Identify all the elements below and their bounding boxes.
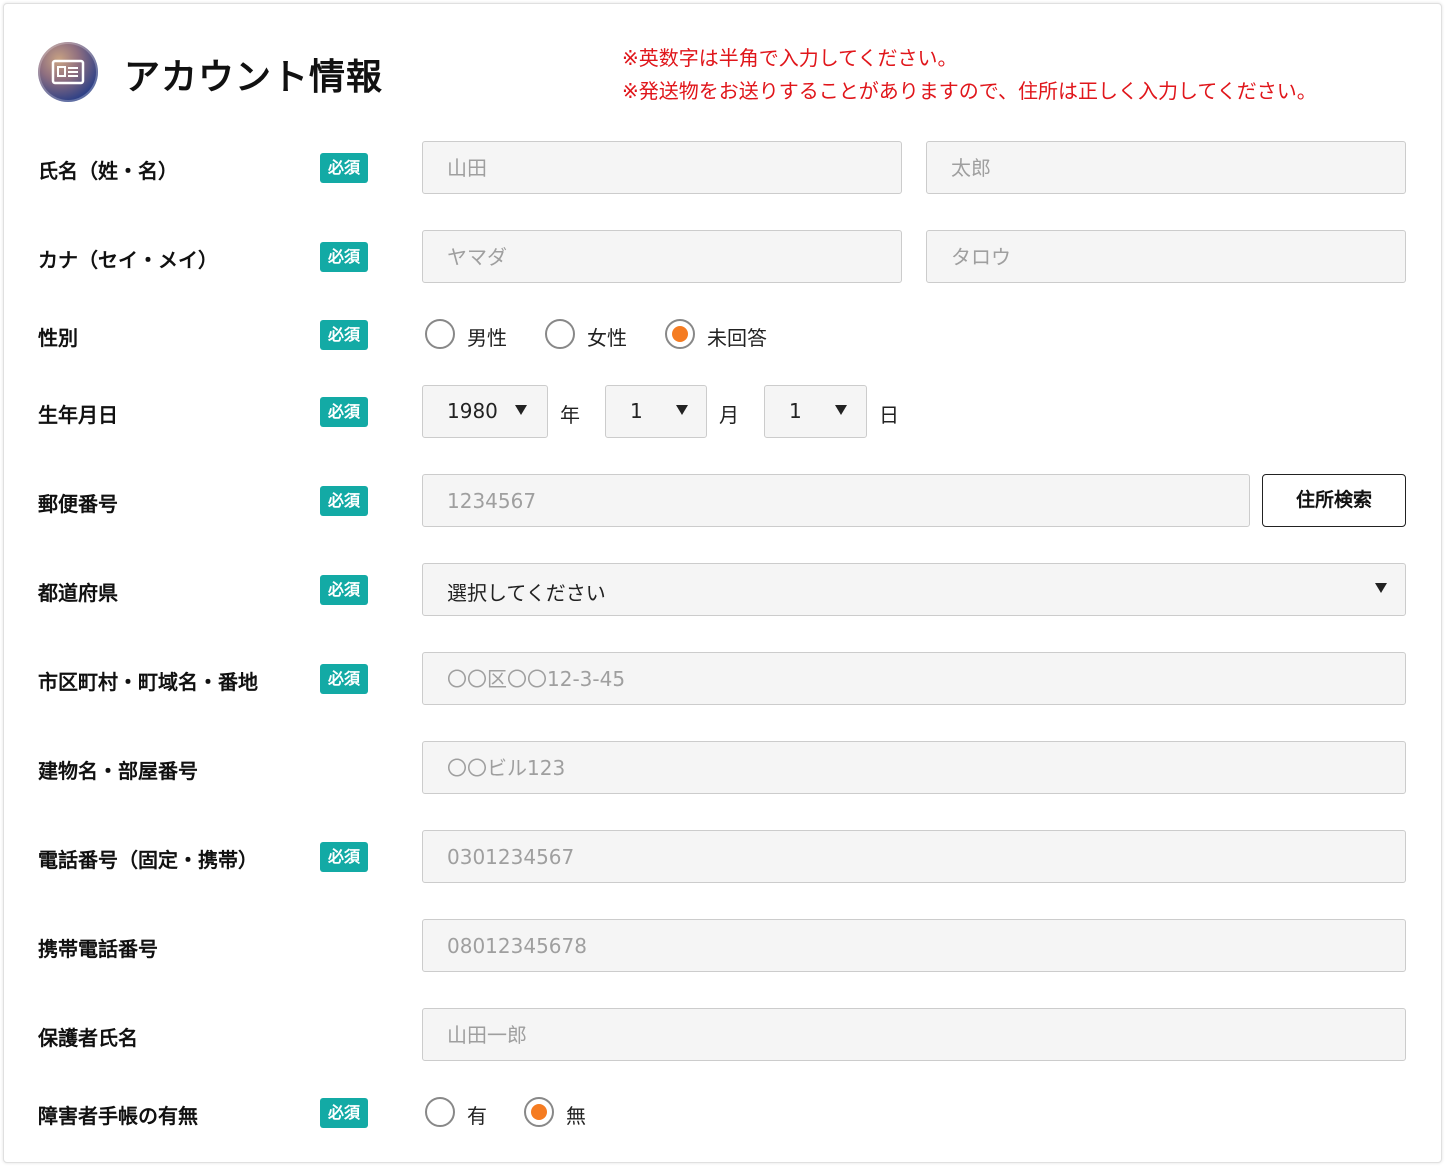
gender-female-label: 女性	[587, 326, 627, 350]
required-badge: 必須	[320, 486, 368, 516]
notice-line-2: ※発送物をお送りすることがありますので、住所は正しく入力してください。	[622, 79, 1317, 103]
gender-male-radio[interactable]	[425, 319, 455, 349]
disability-no-label: 無	[566, 1104, 586, 1128]
required-badge: 必須	[320, 1098, 368, 1128]
phone-label: 電話番号（固定・携帯）	[38, 848, 258, 872]
chevron-down-icon	[676, 405, 688, 415]
chevron-down-icon	[835, 405, 847, 415]
name-label: 氏名（姓・名）	[38, 159, 178, 183]
prefecture-label: 都道府県	[38, 581, 118, 605]
disability-label: 障害者手帳の有無	[38, 1104, 198, 1128]
gender-male-label: 男性	[467, 326, 507, 350]
mobile-label: 携帯電話番号	[38, 937, 158, 961]
birth-year-value: 1980	[447, 399, 498, 423]
first-name-input[interactable]	[926, 141, 1406, 194]
guardian-label: 保護者氏名	[38, 1026, 138, 1050]
birth-month-value: 1	[630, 399, 643, 423]
postal-code-input[interactable]	[422, 474, 1250, 527]
required-badge: 必須	[320, 842, 368, 872]
birth-day-value: 1	[789, 399, 802, 423]
postal-label: 郵便番号	[38, 492, 118, 516]
birth-day-select[interactable]: 1	[764, 385, 867, 438]
required-badge: 必須	[320, 242, 368, 272]
address-search-button[interactable]: 住所検索	[1262, 474, 1406, 527]
page-title: アカウント情報	[124, 57, 384, 98]
gender-unanswered-label: 未回答	[707, 326, 767, 350]
kana-label: カナ（セイ・メイ）	[38, 248, 218, 272]
year-unit: 年	[560, 403, 580, 427]
birth-year-select[interactable]: 1980	[422, 385, 548, 438]
building-label: 建物名・部屋番号	[38, 759, 198, 783]
notice-text: ※英数字は半角で入力してください。 ※発送物をお送りすることがありますので、住所…	[622, 42, 1317, 108]
guardian-name-input[interactable]	[422, 1008, 1406, 1061]
chevron-down-icon	[1375, 583, 1387, 593]
required-badge: 必須	[320, 153, 368, 183]
birthday-label: 生年月日	[38, 403, 118, 427]
last-name-input[interactable]	[422, 141, 902, 194]
disability-no-radio[interactable]	[524, 1097, 554, 1127]
mobile-phone-input[interactable]	[422, 919, 1406, 972]
required-badge: 必須	[320, 320, 368, 350]
required-badge: 必須	[320, 575, 368, 605]
first-name-kana-input[interactable]	[926, 230, 1406, 283]
day-unit: 日	[879, 403, 899, 427]
phone-input[interactable]	[422, 830, 1406, 883]
required-badge: 必須	[320, 664, 368, 694]
last-name-kana-input[interactable]	[422, 230, 902, 283]
month-unit: 月	[719, 403, 739, 427]
disability-yes-label: 有	[467, 1104, 487, 1128]
chevron-down-icon	[515, 405, 527, 415]
city-label: 市区町村・町域名・番地	[38, 670, 258, 694]
disability-yes-radio[interactable]	[425, 1097, 455, 1127]
gender-label: 性別	[38, 326, 78, 350]
birth-month-select[interactable]: 1	[605, 385, 707, 438]
city-address-input[interactable]	[422, 652, 1406, 705]
prefecture-value: 選択してください	[447, 581, 606, 605]
building-input[interactable]	[422, 741, 1406, 794]
gender-female-radio[interactable]	[545, 319, 575, 349]
prefecture-select[interactable]: 選択してください	[422, 563, 1406, 616]
id-card-icon	[38, 42, 98, 102]
required-badge: 必須	[320, 397, 368, 427]
notice-line-1: ※英数字は半角で入力してください。	[622, 46, 958, 70]
gender-unanswered-radio[interactable]	[665, 319, 695, 349]
